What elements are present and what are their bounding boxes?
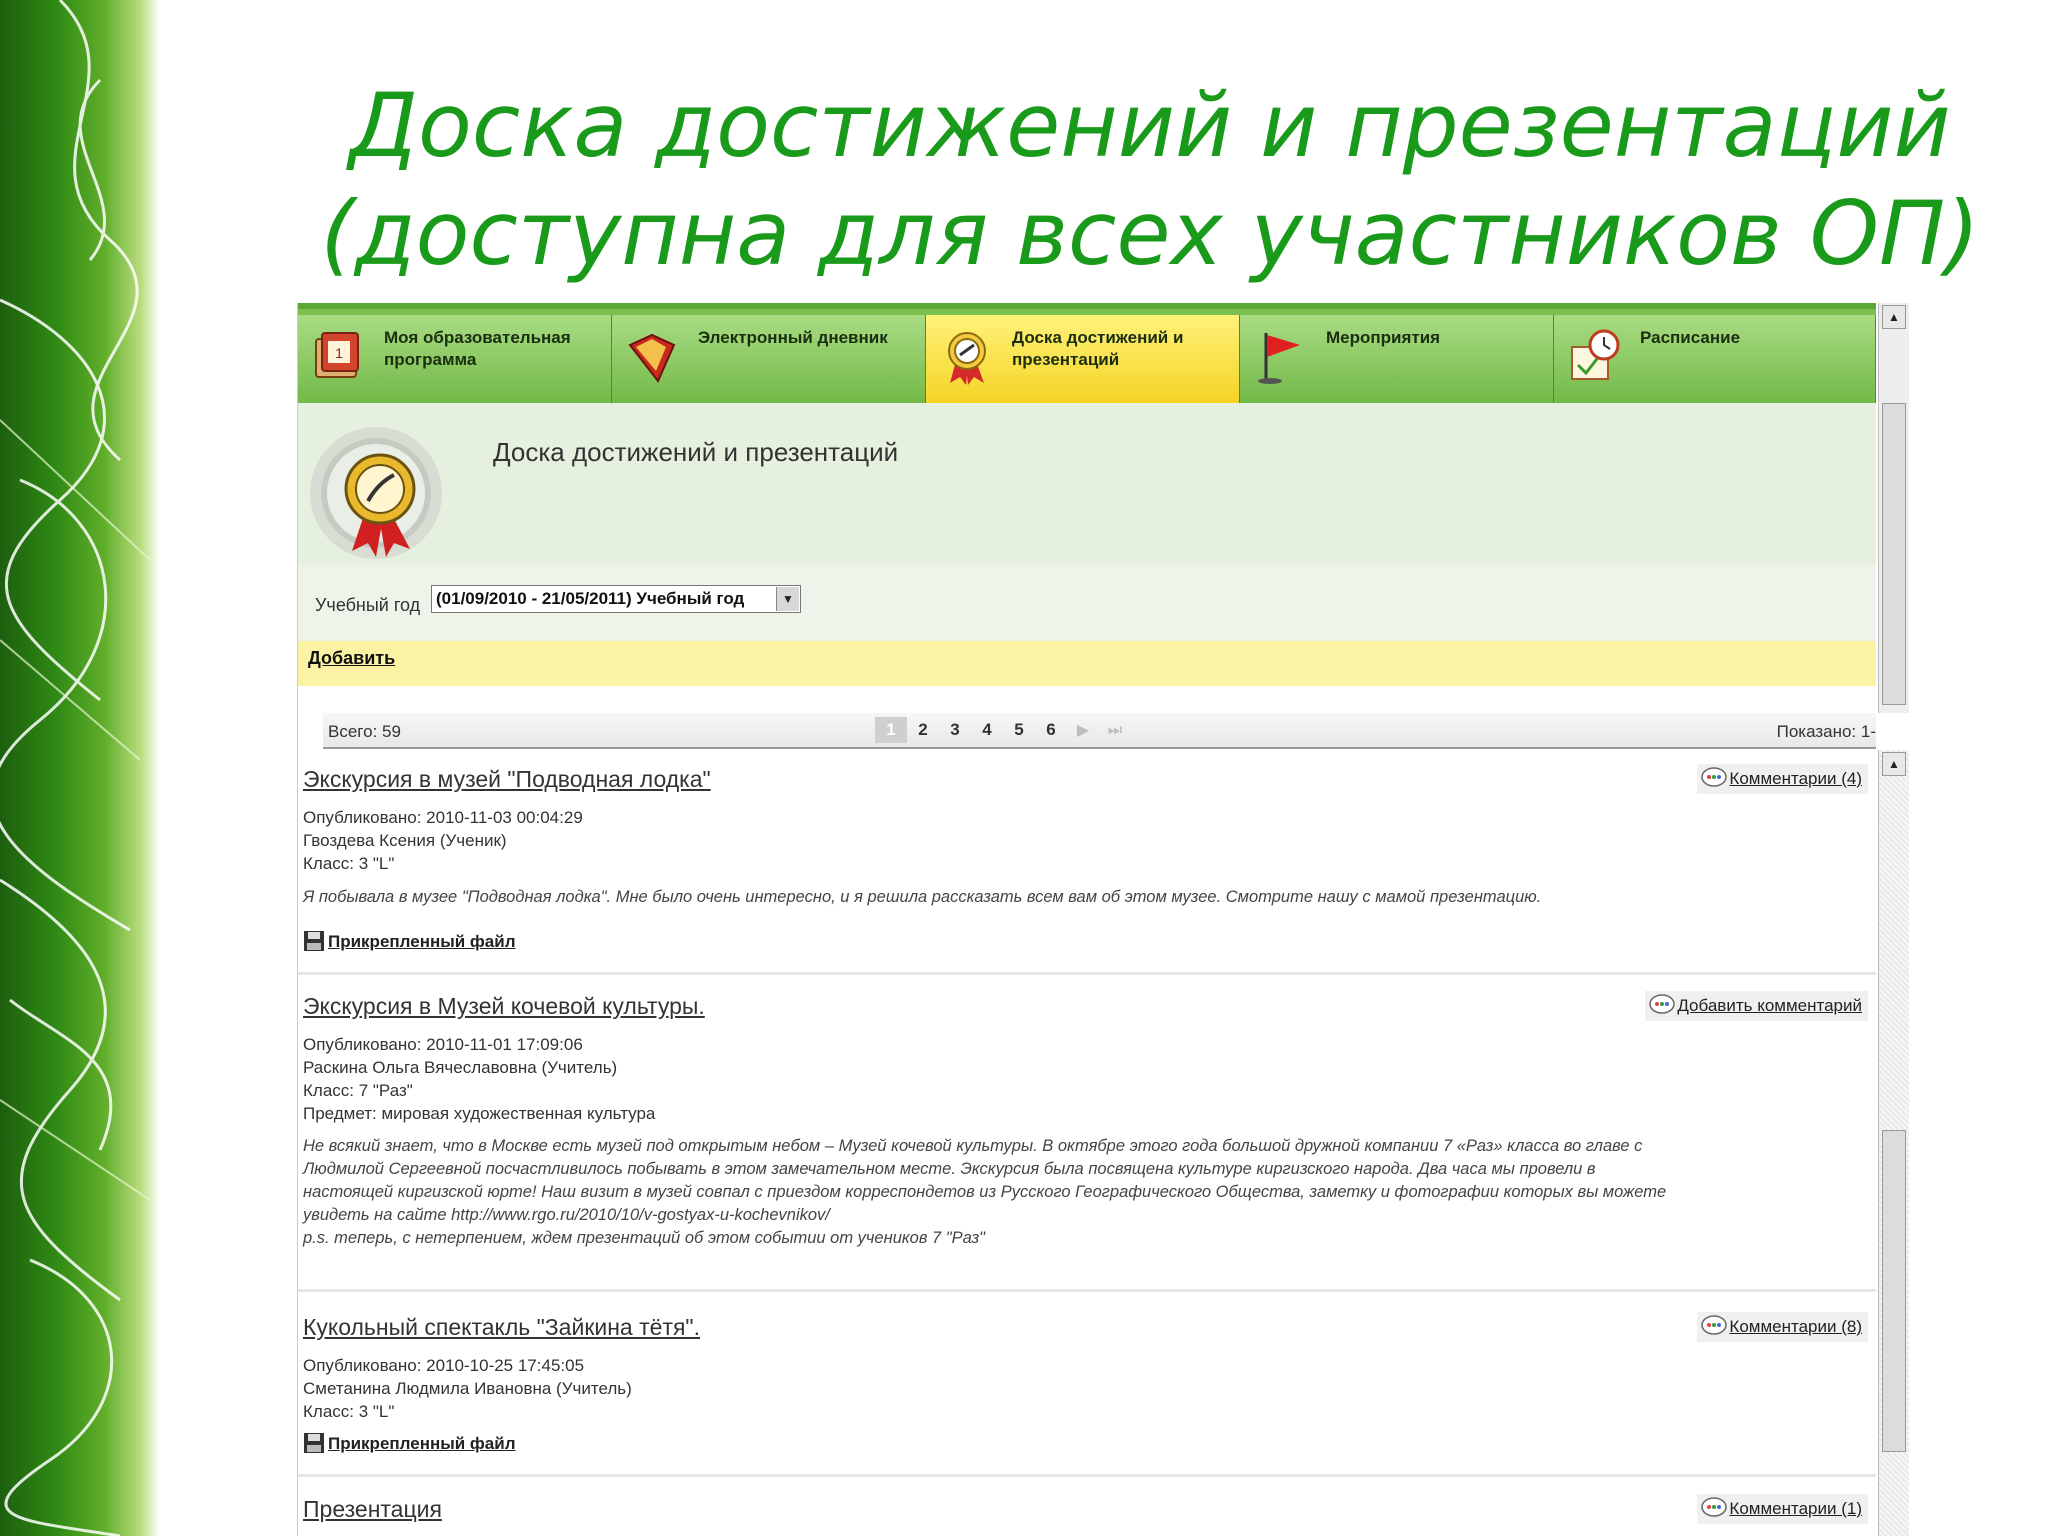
- comments-label: Комментарии (4): [1729, 769, 1862, 788]
- post-author: Гвоздева Ксения (Ученик): [303, 831, 507, 850]
- scroll-up-button[interactable]: ▲: [1882, 752, 1906, 776]
- list-item: Экскурсия в Музей кочевой культуры. Опуб…: [298, 989, 1876, 1292]
- tab-e-diary[interactable]: Электронный дневник: [612, 315, 926, 409]
- post-title[interactable]: Презентация: [303, 1496, 442, 1523]
- last-page-icon[interactable]: ⏭: [1099, 718, 1131, 744]
- total-count: Всего: 59: [328, 722, 401, 741]
- attachment-label: Прикрепленный файл: [328, 932, 516, 951]
- comments-label: Комментарии (8): [1729, 1317, 1862, 1336]
- post-author: Раскина Ольга Вячеславовна (Учитель): [303, 1058, 618, 1077]
- next-page-icon[interactable]: ▶: [1067, 718, 1099, 744]
- description-line: Людмилой Сергеевной посчастливилось побы…: [303, 1160, 1596, 1178]
- tab-label: Мероприятия: [1326, 328, 1441, 347]
- page-link[interactable]: 3: [939, 717, 971, 743]
- post-class: Класс: 7 "Раз": [303, 1081, 413, 1100]
- attachment-link[interactable]: Прикрепленный файл: [303, 930, 516, 952]
- page-scrollbar[interactable]: ▲: [1878, 303, 1909, 713]
- shown-range: Показано: 1-: [1776, 722, 1876, 741]
- year-label: Учебный год: [315, 595, 421, 615]
- attachment-link[interactable]: Прикрепленный файл: [303, 1432, 516, 1454]
- page-link[interactable]: 2: [907, 717, 939, 743]
- year-select[interactable]: (01/09/2010 - 21/05/2011) Учебный год ▼: [431, 585, 801, 613]
- post-date: Опубликовано: 2010-10-25 17:45:05: [303, 1356, 585, 1375]
- calendar-book-icon: 1: [315, 332, 359, 378]
- comments-link[interactable]: Комментарии (1): [1697, 1494, 1868, 1524]
- tab-achievements-board[interactable]: Доска достижений и презентаций: [926, 315, 1240, 409]
- medal-icon: [948, 332, 986, 385]
- svg-text:1: 1: [335, 345, 343, 361]
- slide-title: Доска достижений и презентаций (доступна…: [300, 72, 2000, 288]
- description-line: p.s. теперь, с нетерпением, ждем презент…: [303, 1229, 985, 1247]
- tab-label: Доска достижений и презентаций: [1012, 328, 1184, 369]
- scrollbar-thumb[interactable]: [1882, 1130, 1906, 1452]
- scroll-up-button[interactable]: ▲: [1882, 305, 1906, 329]
- flag-icon: [1258, 333, 1300, 384]
- scrollbar-thumb[interactable]: [1882, 403, 1906, 705]
- chevron-down-icon[interactable]: ▼: [776, 587, 799, 611]
- post-description: Не всякий знает, что в Москве есть музей…: [303, 1135, 1873, 1250]
- post-title[interactable]: Кукольный спектакль "Зайкина тётя".: [303, 1314, 700, 1341]
- list-scrollbar[interactable]: ▲: [1878, 750, 1909, 1536]
- post-title[interactable]: Экскурсия в музей "Подводная лодка": [303, 766, 711, 793]
- tab-schedule[interactable]: Расписание: [1554, 315, 1876, 409]
- add-comment-link[interactable]: Добавить комментарий: [1645, 991, 1868, 1021]
- post-date: Опубликовано: 2010-11-03 00:04:29: [303, 808, 583, 827]
- slide-title-line-1: Доска достижений и презентаций: [349, 74, 1951, 177]
- list-item: Экскурсия в музей "Подводная лодка" Опуб…: [298, 762, 1876, 975]
- page-link[interactable]: 5: [1003, 717, 1035, 743]
- add-comment-label: Добавить комментарий: [1677, 996, 1862, 1015]
- page-heading: Доска достижений и презентаций: [493, 437, 899, 467]
- post-title[interactable]: Экскурсия в Музей кочевой культуры.: [303, 993, 705, 1020]
- post-description: Я побывала в музее "Подводная лодка". Мн…: [303, 888, 1542, 906]
- description-line: настоящей киргизской юрте! Наш визит в м…: [303, 1183, 1667, 1201]
- pager: Всего: 59 1 2 3 4 5 6 ▶ ⏭ Показано: 1-: [323, 713, 1876, 749]
- tab-label: Электронный дневник: [698, 328, 888, 347]
- comment-bubble-icon: [1701, 1497, 1728, 1517]
- year-select-value: (01/09/2010 - 21/05/2011) Учебный год: [436, 589, 745, 608]
- add-link[interactable]: Добавить: [308, 648, 395, 669]
- page-link[interactable]: 6: [1035, 717, 1067, 743]
- post-class: Класс: 3 "L": [303, 854, 395, 873]
- comment-bubble-icon: [1701, 767, 1728, 787]
- add-bar: [298, 641, 1876, 686]
- comments-label: Комментарии (1): [1729, 1499, 1862, 1518]
- page-link[interactable]: 4: [971, 717, 1003, 743]
- floppy-disk-icon: [304, 1433, 324, 1453]
- description-line: увидеть на сайте http://www.rgo.ru/2010/…: [303, 1206, 830, 1224]
- post-date: Опубликовано: 2010-11-01 17:09:06: [303, 1035, 583, 1054]
- slide-title-line-2: (доступна для всех участников ОП): [320, 182, 1980, 285]
- swirl-pattern: [0, 0, 151, 1536]
- description-line: Не всякий знает, что в Москве есть музей…: [303, 1137, 1643, 1155]
- tab-label: Моя образовательная программа: [384, 328, 571, 369]
- tab-events[interactable]: Мероприятия: [1240, 315, 1554, 409]
- list-item: Презентация Комментарии (1): [298, 1492, 1876, 1536]
- tab-my-program[interactable]: 1 Моя образовательная программа: [298, 315, 612, 409]
- diary-book-icon: [628, 333, 676, 383]
- comment-bubble-icon: [1649, 994, 1676, 1014]
- clock-calendar-icon: [1571, 329, 1620, 380]
- decorative-side-band: [0, 0, 160, 1536]
- achievements-medal-icon: [310, 427, 442, 559]
- post-class: Класс: 3 "L": [303, 1402, 395, 1421]
- list-item: Кукольный спектакль "Зайкина тётя". Опуб…: [298, 1310, 1876, 1477]
- attachment-label: Прикрепленный файл: [328, 1434, 516, 1453]
- portal-screenshot: 1 Моя образовательная программа Электрон…: [297, 303, 1912, 1536]
- tab-label: Расписание: [1640, 328, 1741, 347]
- comments-link[interactable]: Комментарии (8): [1697, 1312, 1868, 1342]
- comments-link[interactable]: Комментарии (4): [1697, 764, 1868, 794]
- post-subject: Предмет: мировая художественная культура: [303, 1104, 656, 1123]
- main-tab-bar: 1 Моя образовательная программа Электрон…: [298, 303, 1876, 409]
- page-link-current[interactable]: 1: [875, 717, 907, 743]
- floppy-disk-icon: [304, 931, 324, 951]
- post-author: Сметанина Людмила Ивановна (Учитель): [303, 1379, 632, 1398]
- page-links: 1 2 3 4 5 6 ▶ ⏭: [875, 717, 1131, 743]
- comment-bubble-icon: [1701, 1315, 1728, 1335]
- page-header: [298, 403, 1876, 565]
